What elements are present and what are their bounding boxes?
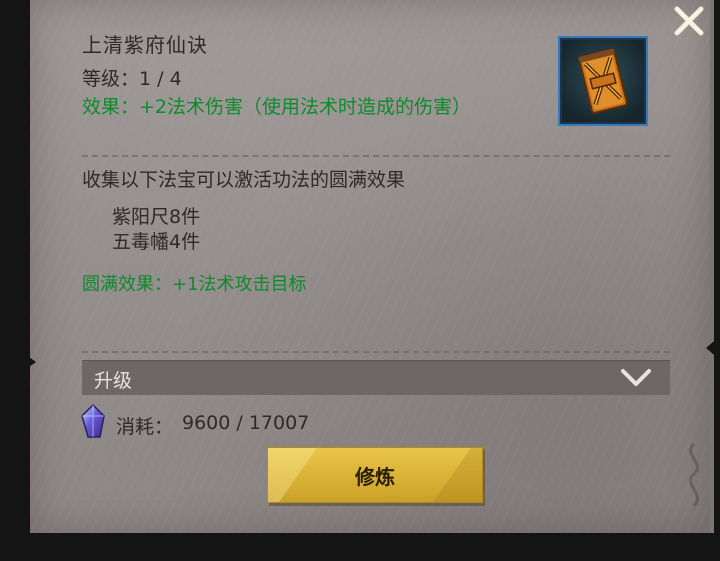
panel-edge-notch xyxy=(706,336,720,360)
cost-label: 消耗： xyxy=(116,416,174,438)
upgrade-dropdown[interactable]: 升级 xyxy=(82,360,670,395)
cost-row: 消耗： 9600 / 17007 xyxy=(80,404,340,440)
spirit-crystal-icon xyxy=(81,404,105,438)
train-button[interactable]: 修炼 xyxy=(267,447,483,503)
full-effect-text: 圆满效果：+1法术攻击目标 xyxy=(82,274,307,295)
requirement-item: 五毒幡4件 xyxy=(112,231,201,253)
close-button[interactable] xyxy=(670,2,708,40)
cost-value: 9600 / 17007 xyxy=(182,412,310,434)
ornament-swirl-icon xyxy=(689,442,699,508)
game-stage: 上清紫府仙诀 等级：1 / 4 效果：+2法术伤害（使用法术时造成的伤害） 收集… xyxy=(0,0,720,561)
chevron-down-icon xyxy=(621,369,651,386)
requirement-list: 紫阳尺8件 五毒幡4件 xyxy=(112,205,200,255)
train-button-label: 修炼 xyxy=(355,465,395,489)
panel-edge-notch xyxy=(22,352,36,372)
skill-effect: 效果：+2法术伤害（使用法术时造成的伤害） xyxy=(82,96,472,118)
section-divider xyxy=(82,155,670,157)
skill-level: 等级：1 / 4 xyxy=(82,68,182,90)
close-icon xyxy=(674,6,704,36)
skill-title: 上清紫府仙诀 xyxy=(82,33,208,57)
collection-description: 收集以下法宝可以激活功法的圆满效果 xyxy=(82,169,406,191)
upgrade-label: 升级 xyxy=(94,370,133,392)
skill-item-slot[interactable] xyxy=(558,36,648,126)
section-divider xyxy=(82,351,670,353)
talisman-book-icon xyxy=(578,48,628,114)
requirement-item: 紫阳尺8件 xyxy=(112,206,201,228)
